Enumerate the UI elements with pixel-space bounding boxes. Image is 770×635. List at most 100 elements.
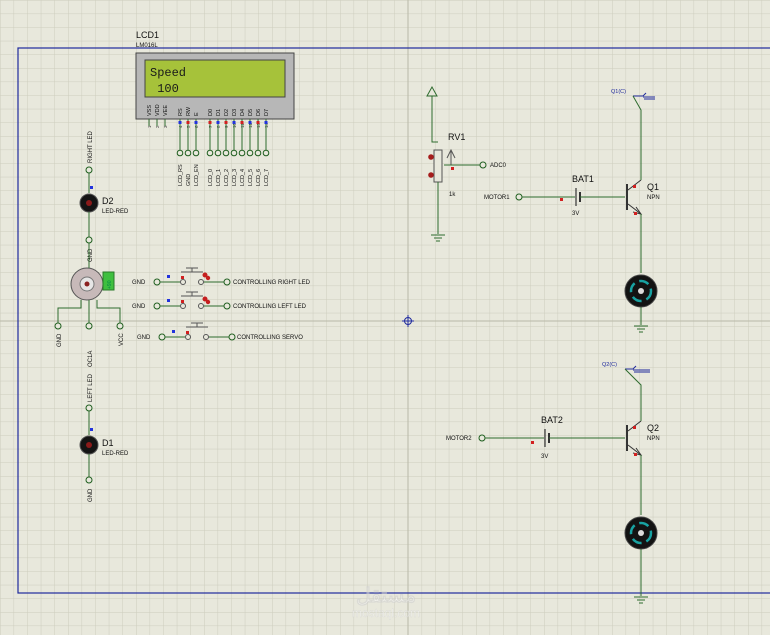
button-right-indicator-2 [205, 275, 211, 281]
button-servo-gnd-label: GND [137, 335, 151, 341]
motor2-net-label: MOTOR2 [446, 436, 472, 442]
lcd-ref-label: LCD1 [136, 30, 159, 40]
d1-part-label: LED-RED [102, 451, 129, 457]
servo-oc1a-label: OC1A [88, 351, 94, 367]
lcd-net-label: LCD_4 [240, 169, 246, 186]
rv1-pin-b [428, 172, 434, 178]
lcd-net-label: LCD_7 [264, 169, 270, 186]
lcd-pin-marker [256, 121, 260, 124]
button-servo-contact-a [185, 334, 191, 340]
button-left-indicator-2 [205, 299, 211, 305]
q1-base-marker [633, 185, 636, 188]
lcd-pin-marker [186, 121, 190, 124]
d2-part-label: LED-RED [102, 209, 129, 215]
lcd-net-terminal[interactable] [262, 149, 270, 157]
q2-base-marker [633, 426, 636, 429]
lcd-line-1: Speed [150, 66, 186, 80]
rv1-ref-label: RV1 [448, 132, 465, 142]
watermark-brand: مستقل [356, 585, 416, 607]
servo-gnd-label: GND [57, 333, 63, 347]
motor1[interactable] [624, 274, 658, 308]
button-left-pin-marker-2 [181, 300, 184, 303]
motor1-terminal[interactable] [515, 193, 523, 201]
button-servo-gnd-terminal[interactable] [158, 333, 166, 341]
d1-pin-marker [90, 428, 93, 431]
rv1-net-label: ADC0 [490, 163, 507, 169]
lcd-pin-label: D6 [256, 109, 262, 116]
d1-net-label: LEFT LED [88, 373, 94, 402]
q1-type-label: NPN [647, 195, 660, 201]
lcd-pin-marker [194, 121, 198, 124]
lcd-pin-label: VSS [147, 105, 153, 116]
servo-oc1a-terminal[interactable] [85, 322, 93, 330]
motor1-net-label: MOTOR1 [484, 195, 510, 201]
button-right-contact-b [198, 279, 204, 285]
servo-gnd-terminal[interactable] [54, 322, 62, 330]
motor2-terminal[interactable] [478, 434, 486, 442]
d2-ref-label: D2 [102, 196, 114, 206]
motor2[interactable] [624, 516, 658, 550]
lcd-net-terminal[interactable] [254, 149, 262, 157]
servo-hub [84, 281, 90, 287]
rv1-wiper-marker [451, 167, 454, 170]
d2-top-terminal[interactable] [85, 166, 93, 174]
lcd-net-label: LCD_6 [256, 169, 262, 186]
lcd-pin-marker [248, 121, 252, 124]
lcd-net-label: LCD_EN [194, 164, 200, 186]
d2-bottom-terminal[interactable] [85, 236, 93, 244]
button-left-pin-marker [167, 299, 170, 302]
schematic-canvas[interactable]: LCD1 LM016L Speed 100 VSS1VDD2VEE3RS4RW5… [0, 0, 770, 635]
lcd-pin-marker [264, 121, 268, 124]
lcd-net-terminal[interactable] [206, 149, 214, 157]
lcd-pin-label: VDD [155, 104, 161, 116]
button-left-net-terminal[interactable] [223, 302, 231, 310]
d1-gnd-label: GND [88, 488, 94, 502]
d2-net-label: RIGHT LED [88, 130, 94, 163]
q2-type-label: NPN [647, 436, 660, 442]
servo-connector-text: +90 [107, 280, 113, 289]
lcd-net-terminal[interactable] [214, 149, 222, 157]
rv1-value-label: 1k [449, 192, 456, 198]
lcd-net-terminal[interactable] [222, 149, 230, 157]
d1-bottom-terminal[interactable] [85, 476, 93, 484]
servo-vcc-label: VCC [119, 333, 125, 346]
lcd-pin-label: D0 [208, 109, 214, 116]
lcd-pin-marker [208, 121, 212, 124]
d2-pin-marker [90, 186, 93, 189]
lcd-net-terminal[interactable] [192, 149, 200, 157]
lcd-pin-marker [178, 121, 182, 124]
lcd-net-label: LCD_2 [224, 169, 230, 186]
lcd-pin-label: D2 [224, 109, 230, 116]
bat2-value-label: 3V [541, 454, 548, 460]
servo-vcc-terminal[interactable] [116, 322, 124, 330]
lcd-pin-label: D1 [216, 109, 222, 116]
lcd-net-terminal[interactable] [246, 149, 254, 157]
lcd-pin-label: E [194, 112, 200, 116]
bat1-value-label: 3V [572, 211, 579, 217]
button-right-net-terminal[interactable] [223, 278, 231, 286]
lcd-net-terminal[interactable] [230, 149, 238, 157]
q2-probe-label: Q2(C) [602, 362, 617, 368]
button-left-gnd-terminal[interactable] [153, 302, 161, 310]
button-servo-net-terminal[interactable] [228, 333, 236, 341]
lcd-pin-label: VEE [163, 105, 169, 116]
button-left-contact-a [180, 303, 186, 309]
button-right-gnd-terminal[interactable] [153, 278, 161, 286]
d1-top-terminal[interactable] [85, 404, 93, 412]
d1-ref-label: D1 [102, 438, 114, 448]
lcd-net-label: GND [186, 174, 192, 186]
lcd-net-terminal[interactable] [238, 149, 246, 157]
lcd-net-terminal[interactable] [184, 149, 192, 157]
button-left-gnd-label: GND [132, 304, 146, 310]
button-servo-contact-b [203, 334, 209, 340]
lcd-net-terminal[interactable] [176, 149, 184, 157]
q2-emitter-marker [634, 453, 637, 456]
lcd-net-label: LCD_0 [208, 169, 214, 186]
lcd-pin-marker [232, 121, 236, 124]
motor1-shaft [638, 288, 644, 294]
rv1-adc-terminal[interactable] [479, 161, 487, 169]
watermark: مستقل mostaql.com [352, 585, 420, 621]
lcd-net-label: LCD_3 [232, 169, 238, 186]
bat1-pin-marker [560, 198, 563, 201]
button-servo-pin-marker-2 [186, 331, 189, 334]
